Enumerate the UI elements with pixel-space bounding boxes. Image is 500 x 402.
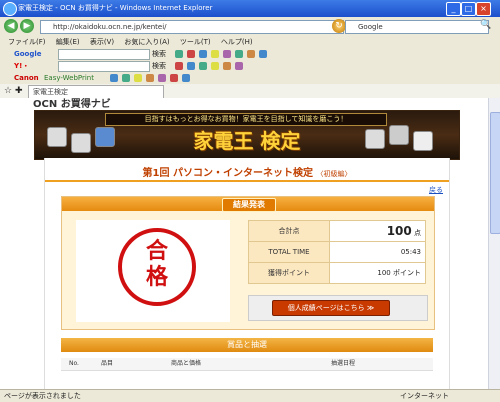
status-text: ページが表示されました bbox=[4, 392, 81, 400]
google-search-button[interactable]: 検索 bbox=[152, 48, 166, 60]
address-input[interactable]: http://okaidoku.ocn.ne.jp/kentei/ bbox=[40, 20, 344, 34]
score-value-cell: 100 点 bbox=[329, 220, 426, 242]
col-schedule: 抽選日程 bbox=[331, 360, 356, 367]
logo-prefix: OCN bbox=[33, 99, 58, 110]
laptop-icon bbox=[47, 127, 67, 147]
easy-webprint-label[interactable]: Easy-WebPrint bbox=[44, 72, 94, 84]
minimize-button[interactable]: _ bbox=[446, 2, 461, 16]
col-item: 品目 bbox=[101, 360, 114, 367]
tv-icon bbox=[95, 127, 115, 147]
washer-icon bbox=[389, 125, 409, 145]
table-row: 獲得ポイント 100 ポイント bbox=[248, 262, 426, 284]
status-bar: ページが表示されました インターネット bbox=[0, 389, 500, 402]
tab-bar: ☆ ✚ 家電王検定 bbox=[0, 84, 500, 99]
pass-stamp: 合 格 bbox=[118, 228, 196, 306]
canon-logo: Canon bbox=[14, 74, 39, 82]
add-favorite-icon[interactable]: ✚ bbox=[15, 86, 23, 96]
score-value: 100 bbox=[386, 224, 412, 238]
result-header: 結果発表 bbox=[62, 197, 434, 212]
score-table: 合計点 100 点 TOTAL TIME 05:43 獲得ポイント 100 ポイ… bbox=[248, 220, 426, 284]
menu-tools[interactable]: ツール(T) bbox=[180, 38, 211, 46]
window-title: 家電王検定 - OCN お買得ナビ - Windows Internet Exp… bbox=[18, 4, 213, 12]
test-level: 〈初級編〉 bbox=[316, 170, 352, 178]
tab-current[interactable]: 家電王検定 bbox=[28, 85, 164, 98]
forward-arrow-icon[interactable]: ▶ bbox=[20, 19, 34, 33]
result-panel: 結果発表 合 格 合計点 100 点 TOTAL TIME 05:43 獲得ポイ… bbox=[61, 196, 435, 330]
personal-results-button[interactable]: 個人成績ページはこちら ≫ bbox=[272, 300, 390, 316]
scrollbar-thumb[interactable] bbox=[490, 112, 500, 234]
awards-columns: No. 品目 商品と価格 抽選日程 bbox=[61, 358, 433, 371]
points-key: 獲得ポイント bbox=[248, 262, 330, 284]
banner-tagline: 目指すはもっとお得なお買物！家電王を目指して知識を磨こう！ bbox=[105, 113, 387, 126]
logo-main: お買得ナビ bbox=[60, 99, 111, 110]
refresh-icon[interactable]: ↻ bbox=[332, 19, 346, 33]
stamp-area: 合 格 bbox=[76, 220, 230, 322]
col-no: No. bbox=[69, 360, 79, 367]
menu-view[interactable]: 表示(V) bbox=[90, 38, 114, 46]
stamp-char-1: 合 bbox=[145, 239, 168, 264]
awards-heading: 賞品と抽選 bbox=[227, 340, 267, 349]
divider bbox=[45, 180, 449, 182]
search-input[interactable]: Google bbox=[345, 20, 489, 34]
time-key: TOTAL TIME bbox=[248, 241, 330, 263]
hero-banner: 目指すはもっとお得なお買物！家電王を目指して知識を磨こう！ 家電王 検定 bbox=[34, 110, 460, 160]
points-value: 100 bbox=[377, 269, 391, 277]
search-icon[interactable]: 🔍 bbox=[480, 20, 494, 32]
col-product: 商品と価格 bbox=[171, 360, 202, 367]
close-button[interactable]: × bbox=[476, 2, 491, 16]
web-page: OCN お買得ナビ 目指すはもっとお得なお買物！家電王を目指して知識を磨こう！ … bbox=[0, 98, 488, 389]
ocn-logo[interactable]: OCN お買得ナビ bbox=[33, 98, 111, 110]
status-zone: インターネット bbox=[400, 392, 449, 400]
stamp-char-2: 格 bbox=[145, 265, 168, 290]
test-title: 第1回 パソコン・インターネット検定 〈初級編〉 bbox=[45, 164, 449, 179]
main-content: 第1回 パソコン・インターネット検定 〈初級編〉 戻る 結果発表 合 格 合計点… bbox=[44, 158, 450, 389]
awards-header: 賞品と抽選 bbox=[61, 338, 433, 352]
time-value: 05:43 bbox=[329, 241, 426, 263]
yahoo-search-button[interactable]: 検索 bbox=[152, 60, 166, 72]
ie-icon bbox=[3, 2, 17, 16]
menu-file[interactable]: ファイル(F) bbox=[8, 38, 46, 46]
yahoo-search-input[interactable] bbox=[58, 61, 150, 72]
yahoo-logo: Y!・ bbox=[14, 62, 30, 70]
back-link[interactable]: 戻る bbox=[429, 185, 443, 195]
table-row: TOTAL TIME 05:43 bbox=[248, 241, 426, 263]
google-logo: Google bbox=[14, 50, 42, 58]
google-toolbar-icons[interactable] bbox=[175, 50, 267, 58]
table-row: 合計点 100 点 bbox=[248, 220, 426, 242]
score-unit: 点 bbox=[414, 229, 421, 237]
banner-title: 家電王 検定 bbox=[193, 129, 301, 153]
address-toolbar: ◀ ▶ http://okaidoku.ocn.ne.jp/kentei/ ↻ … bbox=[0, 17, 500, 37]
maximize-button[interactable]: □ bbox=[461, 2, 476, 16]
back-arrow-icon[interactable]: ◀ bbox=[4, 19, 18, 33]
points-value-cell: 100 ポイント bbox=[329, 262, 426, 284]
favorites-star-icon[interactable]: ☆ bbox=[4, 86, 12, 96]
test-title-text: 第1回 パソコン・インターネット検定 bbox=[142, 168, 313, 179]
menu-help[interactable]: ヘルプ(H) bbox=[221, 38, 253, 46]
window-title-bar: 家電王検定 - OCN お買得ナビ - Windows Internet Exp… bbox=[0, 0, 500, 17]
canon-toolbar-icons[interactable] bbox=[110, 74, 190, 82]
points-unit: ポイント bbox=[393, 269, 421, 277]
fridge-icon bbox=[413, 131, 433, 151]
menu-edit[interactable]: 編集(E) bbox=[56, 38, 80, 46]
yahoo-toolbar-icons[interactable] bbox=[175, 62, 243, 70]
vertical-scrollbar[interactable] bbox=[488, 98, 500, 389]
result-heading: 結果発表 bbox=[222, 198, 276, 212]
google-search-input[interactable] bbox=[58, 49, 150, 60]
score-key: 合計点 bbox=[248, 220, 330, 242]
appliance-icon bbox=[365, 129, 385, 149]
menu-favorites[interactable]: お気に入り(A) bbox=[124, 38, 169, 46]
monitor-icon bbox=[71, 133, 91, 153]
